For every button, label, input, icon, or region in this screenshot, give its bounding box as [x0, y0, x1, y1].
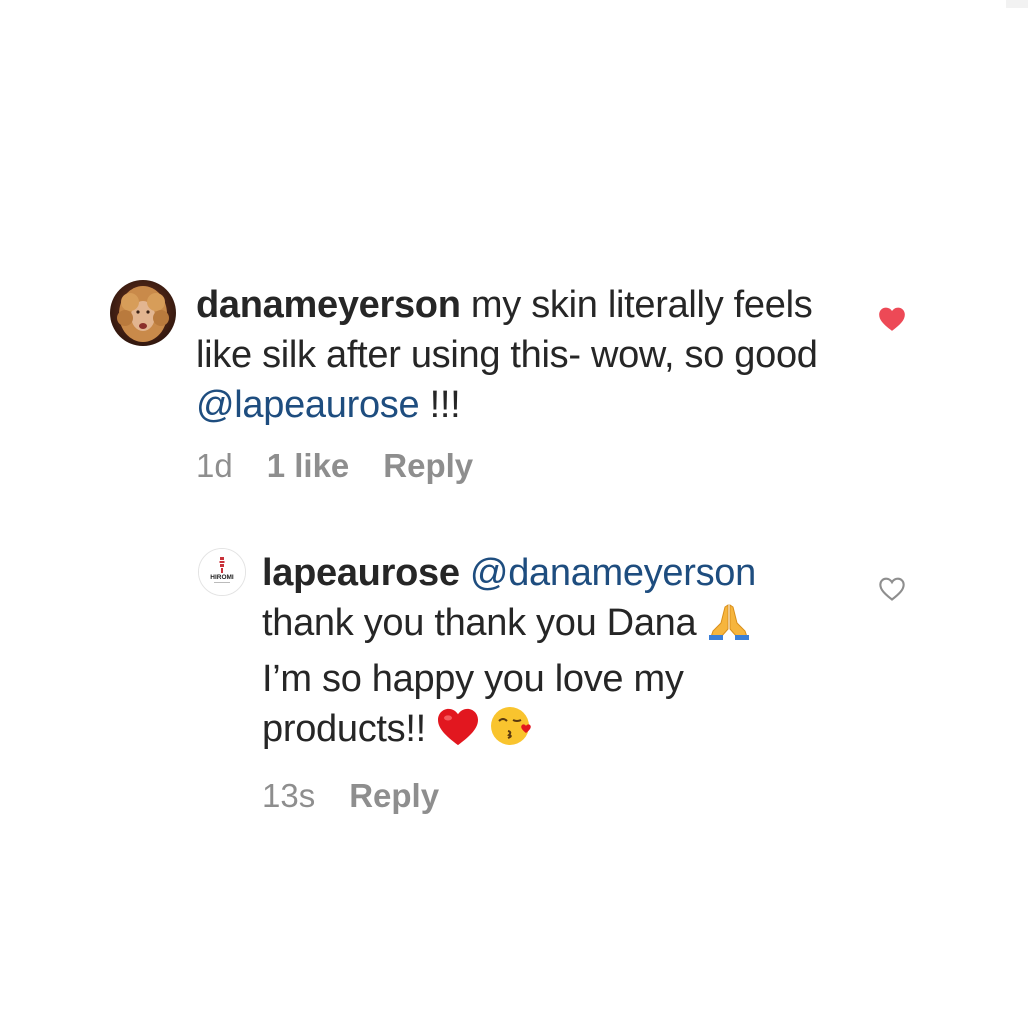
- comment-body: danameyerson my skin literally feels lik…: [196, 280, 846, 488]
- reply-time: 13s: [262, 777, 316, 814]
- comment-reply-button[interactable]: Reply: [383, 444, 473, 488]
- reply-username[interactable]: lapeaurose: [262, 552, 460, 594]
- comment-text: danameyerson my skin literally feels lik…: [196, 280, 846, 430]
- reply-mention[interactable]: @danameyerson: [470, 552, 756, 594]
- heart-filled-icon[interactable]: [878, 306, 906, 332]
- heart-outline-icon[interactable]: [878, 576, 906, 602]
- reply-text: lapeaurose @danameyerson thank you thank …: [262, 548, 822, 760]
- comment-text-after: !!!: [419, 384, 461, 426]
- folded-hands-emoji-icon: [707, 601, 751, 654]
- comment-username[interactable]: danameyerson: [196, 284, 461, 326]
- avatar[interactable]: [110, 280, 176, 346]
- reply-line-1: thank you thank you Dana: [262, 602, 707, 644]
- corner-mark: [1006, 0, 1028, 8]
- reply-avatar-brand: HIROMI: [210, 574, 234, 581]
- comment-time: 1d: [196, 447, 233, 484]
- red-heart-emoji-icon: [436, 707, 480, 760]
- reply-reply-button[interactable]: Reply: [349, 774, 439, 818]
- reply-meta: 13s Reply: [262, 774, 822, 818]
- comment-likes[interactable]: 1 like: [267, 444, 350, 488]
- reply-body: lapeaurose @danameyerson thank you thank …: [262, 548, 822, 818]
- comment-mention[interactable]: @lapeaurose: [196, 384, 420, 426]
- face-blowing-kiss-emoji-icon: [490, 705, 534, 760]
- comment-meta: 1d 1 like Reply: [196, 444, 846, 488]
- reply-avatar[interactable]: HIROMI: [198, 548, 246, 596]
- comment-thread: danameyerson my skin literally feels lik…: [0, 0, 1028, 1028]
